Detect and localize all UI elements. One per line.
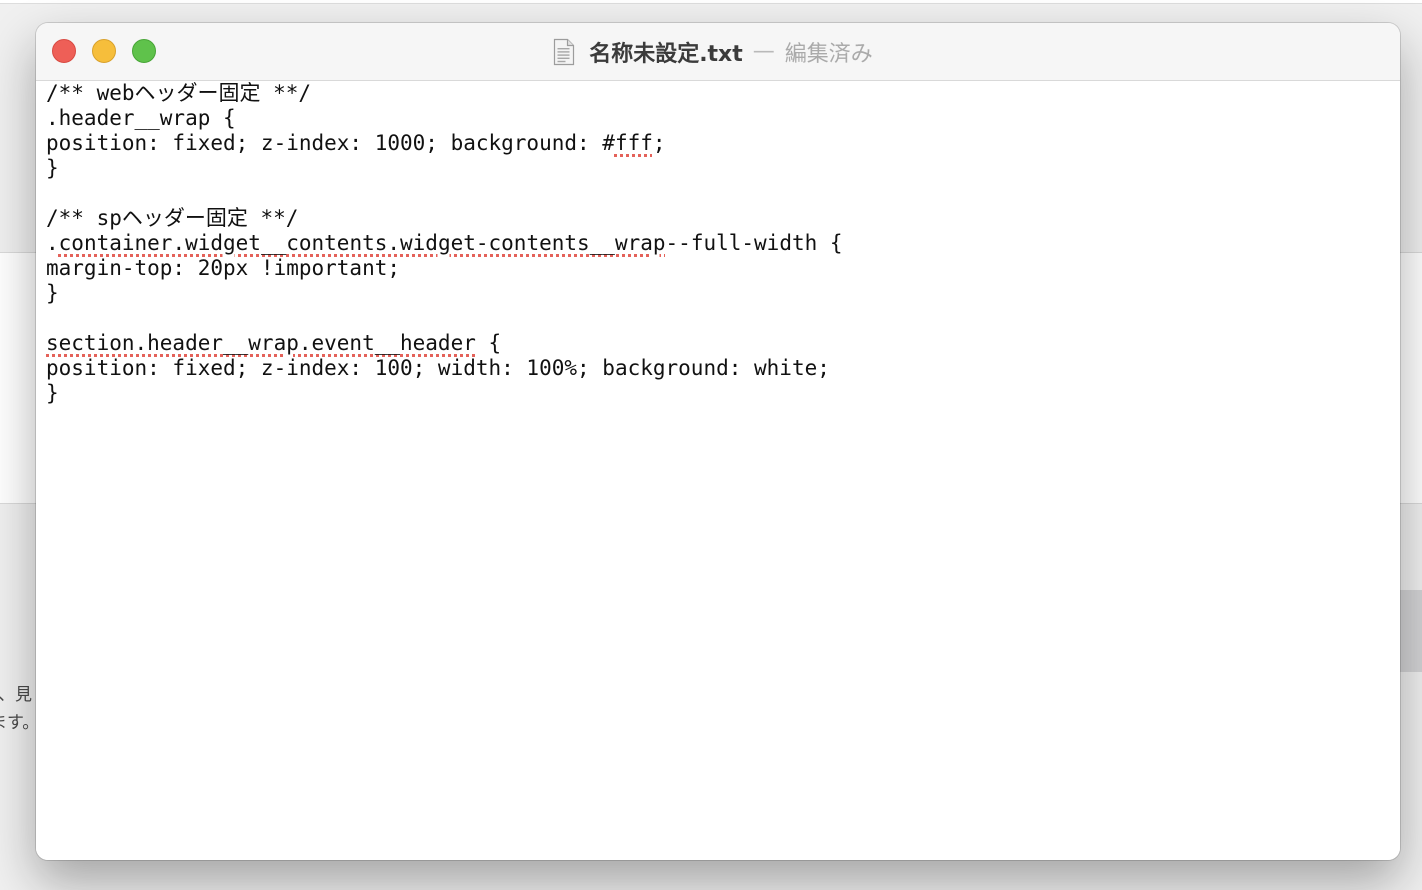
text-line[interactable]: } [46, 155, 843, 181]
text-document-icon[interactable] [553, 38, 575, 66]
text-segment: } [46, 156, 59, 180]
background-text-line: ます。 [0, 713, 40, 733]
text-segment: { [475, 331, 502, 355]
text-segment: . [46, 231, 59, 255]
text-segment: --full-width { [665, 231, 843, 255]
text-line[interactable]: /** spヘッダー固定 **/ [46, 205, 843, 231]
text-line[interactable]: /** webヘッダー固定 **/ [46, 80, 843, 106]
text-segment: /** webヘッダー固定 **/ [46, 81, 312, 105]
misspelled-word: fff [614, 131, 653, 155]
misspelled-word: section.header__wrap.event__header [46, 331, 476, 355]
background-text-line: 、見 [0, 685, 32, 705]
text-line[interactable]: section.header__wrap.event__header { [46, 330, 843, 356]
text-segment: ; [652, 131, 666, 155]
text-segment: margin-top: 20px !important; [46, 256, 401, 280]
text-line[interactable]: position: fixed; z-index: 100; width: 10… [46, 355, 843, 381]
text-segment: /** spヘッダー固定 **/ [46, 206, 299, 230]
text-segment: } [46, 381, 59, 405]
background-top-strip [0, 0, 1422, 4]
text-segment: .header__wrap { [46, 106, 236, 130]
text-line[interactable]: .header__wrap { [46, 105, 843, 131]
text-editor-area[interactable]: /** webヘッダー固定 **/.header__wrap {position… [36, 81, 1400, 860]
text-line[interactable]: .container.widget__contents.widget-conte… [46, 230, 843, 256]
window-title-area: 名称未設定.txt — 編集済み [36, 23, 1400, 80]
title-bar[interactable]: 名称未設定.txt — 編集済み [36, 23, 1400, 81]
document-text[interactable]: /** webヘッダー固定 **/.header__wrap {position… [46, 81, 843, 406]
title-separator: — [752, 39, 775, 64]
background-scrollbar-thumb[interactable] [1400, 590, 1422, 672]
text-line[interactable] [46, 180, 843, 206]
edited-status: 編集済み [784, 41, 873, 67]
text-line[interactable]: margin-top: 20px !important; [46, 255, 843, 281]
text-segment: } [46, 281, 59, 305]
text-segment: position: fixed; z-index: 100; width: 10… [46, 356, 830, 380]
text-line[interactable]: position: fixed; z-index: 1000; backgrou… [46, 130, 843, 156]
misspelled-word: container.widget__contents.widget-conten… [58, 231, 666, 255]
text-line[interactable] [46, 305, 843, 331]
text-segment: position: fixed; z-index: 1000; backgrou… [46, 131, 615, 155]
textedit-window: 名称未設定.txt — 編集済み /** webヘッダー固定 **/.heade… [36, 23, 1400, 860]
window-title-group: 名称未設定.txt — 編集済み [553, 36, 873, 68]
window-title: 名称未設定.txt [589, 41, 743, 67]
text-line[interactable]: } [46, 280, 843, 306]
text-line[interactable]: } [46, 380, 843, 406]
